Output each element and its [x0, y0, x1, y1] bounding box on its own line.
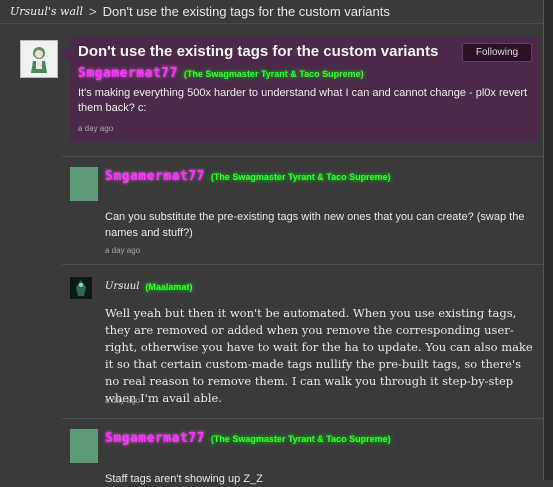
author-tag: (The Swagmaster Tyrant & Taco Supreme): [210, 171, 391, 182]
author-username-link[interactable]: Smgamermat77: [78, 66, 178, 81]
breadcrumb: Ursuul's wall > Don't use the existing t…: [0, 0, 553, 24]
dark-figure-avatar-icon: [70, 277, 92, 299]
reply-author: Smgamermat77 (The Swagmaster Tyrant & Ta…: [105, 169, 391, 184]
first-post-bubble: Don't use the existing tags for the cust…: [60, 36, 540, 142]
author-tag: (The Swagmaster Tyrant & Taco Supreme): [210, 433, 391, 444]
thread-title: Don't use the existing tags for the cust…: [78, 43, 439, 60]
reply-author: Smgamermat77 (The Swagmaster Tyrant & Ta…: [105, 431, 391, 446]
reply-item: Ursuul (Maalamat) Well yeah but then it …: [62, 264, 544, 415]
avatar[interactable]: [70, 277, 92, 299]
reply-timestamp[interactable]: a day ago: [105, 246, 140, 255]
avatar[interactable]: [20, 40, 58, 78]
author-tag: (Maalamat): [145, 281, 193, 292]
reply-body: Can you substitute the pre-existing tags…: [105, 211, 525, 239]
reply-body: Well yeah but then it won't be automated…: [105, 306, 533, 405]
avatar[interactable]: [70, 167, 98, 201]
reply-body: Staff tags aren't showing up Z_Z: [105, 473, 263, 485]
avatar[interactable]: [70, 429, 98, 463]
author-username-link[interactable]: Ursuul: [105, 281, 139, 292]
breadcrumb-title: Don't use the existing tags for the cust…: [102, 4, 390, 19]
breadcrumb-separator: >: [89, 4, 97, 19]
scrollbar-track[interactable]: [543, 0, 553, 480]
following-button[interactable]: Following: [462, 43, 532, 62]
post-timestamp[interactable]: a day ago: [78, 124, 113, 133]
reply-author: Ursuul (Maalamat): [105, 281, 192, 292]
author-tag: (The Swagmaster Tyrant & Taco Supreme): [183, 68, 364, 79]
author-username-link[interactable]: Smgamermat77: [105, 431, 205, 446]
anime-avatar-icon: [21, 41, 57, 77]
post-body: It's making everything 500x harder to un…: [78, 87, 528, 114]
reply-item: Smgamermat77 (The Swagmaster Tyrant & Ta…: [62, 156, 544, 260]
breadcrumb-wall-link[interactable]: Ursuul's wall: [10, 5, 83, 18]
reply-timestamp[interactable]: a day ago: [105, 396, 140, 405]
thread-first-post: Don't use the existing tags for the cust…: [8, 36, 542, 144]
post-author: Smgamermat77 (The Swagmaster Tyrant & Ta…: [78, 66, 364, 81]
author-username-link[interactable]: Smgamermat77: [105, 169, 205, 184]
reply-item: Smgamermat77 (The Swagmaster Tyrant & Ta…: [62, 418, 544, 485]
